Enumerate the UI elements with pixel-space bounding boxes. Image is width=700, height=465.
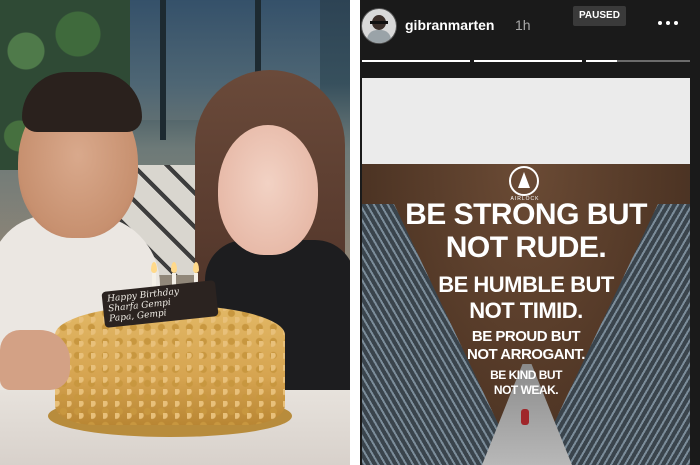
candle-flame bbox=[193, 262, 199, 273]
quote-line-1: BE STRONG BUT NOT RUDE. bbox=[405, 198, 647, 264]
divider bbox=[350, 0, 360, 465]
man-hand bbox=[0, 330, 70, 390]
progress-fill bbox=[362, 60, 470, 62]
quote-line-3: BE PROUD BUT NOT ARROGANT. bbox=[467, 328, 585, 363]
more-options-icon[interactable] bbox=[653, 13, 683, 33]
story-progress-segment bbox=[586, 60, 690, 62]
story-timestamp: 1h bbox=[515, 17, 531, 33]
man-hair bbox=[22, 72, 142, 132]
dot bbox=[666, 21, 670, 25]
quote-line-2: BE HUMBLE BUT NOT TIMID. bbox=[438, 272, 614, 323]
brand-logo-icon bbox=[509, 166, 539, 196]
birthday-photo: Happy Birthday Sharfa Gempi Papa, Gempi bbox=[0, 0, 350, 465]
story-image-top-band bbox=[362, 78, 690, 164]
progress-fill bbox=[586, 60, 618, 62]
woman-face bbox=[218, 125, 318, 255]
quote-line-4: BE KIND BUT NOT WEAK. bbox=[490, 368, 562, 397]
candle-flame bbox=[151, 262, 157, 273]
story-header: gibranmarten 1h PAUSED bbox=[360, 0, 700, 55]
dot bbox=[674, 21, 678, 25]
story-image[interactable]: AIRLOCK BE STRONG BUT NOT RUDE. BE HUMBL… bbox=[362, 78, 690, 465]
birthday-cake bbox=[55, 305, 285, 425]
paused-badge: PAUSED bbox=[573, 6, 626, 26]
story-username[interactable]: gibranmarten bbox=[405, 17, 494, 33]
avatar-glasses bbox=[370, 21, 388, 24]
person-on-bridge bbox=[521, 409, 529, 425]
story-progress-segment bbox=[474, 60, 582, 62]
window-frame bbox=[160, 0, 166, 140]
story-progress-segment bbox=[362, 60, 470, 62]
avatar-torso bbox=[367, 30, 391, 43]
story-viewer: gibranmarten 1h PAUSED AIRLOCK BE STRONG… bbox=[360, 0, 700, 465]
dot bbox=[658, 21, 662, 25]
candle-flame bbox=[171, 262, 177, 273]
progress-fill bbox=[474, 60, 582, 62]
avatar[interactable] bbox=[362, 9, 396, 43]
